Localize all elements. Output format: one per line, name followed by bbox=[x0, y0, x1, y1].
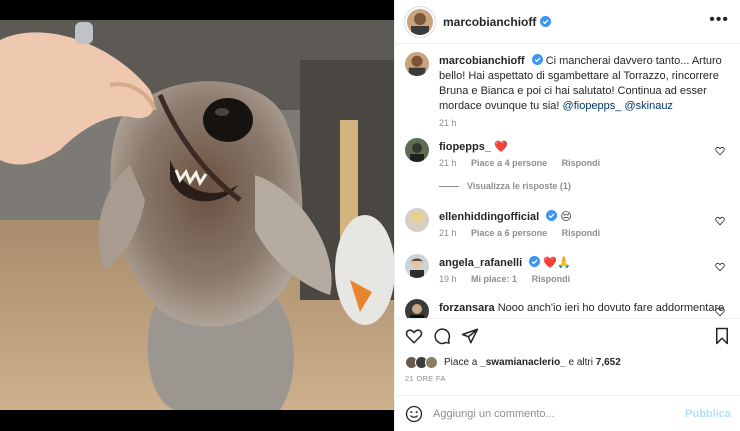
dog-photo-illustration bbox=[0, 0, 394, 431]
commenter-avatar[interactable] bbox=[405, 208, 429, 232]
like-comment-heart-icon[interactable] bbox=[715, 146, 725, 156]
verified-badge-icon bbox=[540, 16, 552, 27]
comment-time: 21 h bbox=[439, 228, 457, 238]
commenter-username[interactable]: ellenhiddingofficial bbox=[439, 211, 539, 223]
comment-meta: 21 h Piace a 4 persone Rispondi bbox=[439, 158, 612, 168]
comments-list[interactable]: marcobianchioff Ci mancherai davvero tan… bbox=[395, 44, 740, 318]
caption-avatar[interactable] bbox=[405, 52, 429, 76]
mention-link[interactable]: @skinauz bbox=[624, 100, 672, 112]
commenter-avatar[interactable] bbox=[405, 254, 429, 278]
comment-body: Nooo anch'io ieri ho dovuto fare addorme… bbox=[497, 302, 725, 314]
comment-bubble-icon[interactable] bbox=[433, 327, 451, 345]
likes-summary[interactable]: Piace a _swamianaclerio_ e altri 7,652 bbox=[405, 354, 621, 370]
post-photo[interactable] bbox=[0, 0, 394, 431]
author-username[interactable]: marcobianchioff bbox=[443, 15, 536, 29]
post-header: marcobianchioff ••• bbox=[395, 0, 740, 44]
save-bookmark-icon[interactable] bbox=[713, 327, 731, 345]
replies-divider bbox=[439, 186, 459, 188]
reply-button[interactable]: Rispondi bbox=[562, 228, 601, 238]
comment-input[interactable] bbox=[433, 407, 686, 420]
comment-text: angela_rafanelli ❤️🙏 bbox=[439, 256, 719, 271]
likes-suffix: e altri bbox=[568, 356, 593, 368]
commenter-username[interactable]: angela_rafanelli bbox=[439, 257, 522, 269]
comment-body: ❤️ bbox=[494, 141, 508, 153]
verified-badge-icon bbox=[529, 256, 541, 267]
reply-button[interactable]: Rispondi bbox=[532, 274, 571, 284]
like-heart-icon[interactable] bbox=[405, 327, 423, 345]
like-comment-heart-icon[interactable] bbox=[715, 262, 725, 272]
mention-link[interactable]: @fiopepps_ bbox=[563, 100, 622, 112]
verified-badge-icon bbox=[546, 210, 558, 221]
comment-likes-link[interactable]: Piace a 6 persone bbox=[471, 228, 547, 238]
more-options-icon[interactable]: ••• bbox=[709, 12, 729, 28]
post-details-panel: marcobianchioff ••• marcobianchioff Ci m… bbox=[394, 0, 740, 431]
comment-time: 21 h bbox=[439, 158, 457, 168]
likes-prefix: Piace a bbox=[444, 356, 478, 368]
like-comment-heart-icon[interactable] bbox=[715, 307, 725, 317]
verified-badge-icon bbox=[531, 54, 543, 65]
comment-time: 19 h bbox=[439, 274, 457, 284]
caption-username[interactable]: marcobianchioff bbox=[439, 55, 525, 67]
view-replies-link[interactable]: Visualizza le risposte (1) bbox=[439, 181, 571, 191]
commenter-username[interactable]: forzansara bbox=[439, 302, 495, 314]
comment-meta: 19 h Mi piace: 1 Rispondi bbox=[439, 274, 582, 284]
publish-button[interactable]: Pubblica bbox=[685, 408, 731, 420]
post-action-bar bbox=[395, 318, 740, 348]
view-replies-label: Visualizza le risposte (1) bbox=[467, 181, 571, 191]
commenter-avatar[interactable] bbox=[405, 299, 429, 318]
caption-text: marcobianchioff Ci mancherai davvero tan… bbox=[439, 54, 739, 114]
caption-meta: 21 h bbox=[439, 118, 469, 128]
author-avatar[interactable] bbox=[407, 8, 433, 35]
comment-likes-link[interactable]: Mi piace: 1 bbox=[471, 274, 517, 284]
comment-text: forzansara Nooo anch'io ieri ho dovuto f… bbox=[439, 301, 729, 316]
comment-text: ellenhiddingofficial 😔 bbox=[439, 210, 719, 225]
liker-avatar bbox=[425, 355, 438, 369]
emoji-icon[interactable] bbox=[405, 405, 423, 423]
share-paper-plane-icon[interactable] bbox=[461, 327, 479, 345]
instagram-post-modal: marcobianchioff ••• marcobianchioff Ci m… bbox=[0, 0, 740, 431]
comment-text: fiopepps_ ❤️ bbox=[439, 140, 719, 155]
post-timestamp: 21 ORE FA bbox=[405, 374, 446, 383]
commenter-username[interactable]: fiopepps_ bbox=[439, 141, 491, 153]
reply-button[interactable]: Rispondi bbox=[562, 158, 601, 168]
comment-body: ❤️🙏 bbox=[543, 257, 571, 269]
likes-count[interactable]: 7,652 bbox=[596, 357, 621, 368]
liker-avatars bbox=[405, 355, 438, 369]
comment-composer: Pubblica bbox=[395, 395, 740, 431]
comment-meta: 21 h Piace a 6 persone Rispondi bbox=[439, 228, 612, 238]
comment-body: 😔 bbox=[560, 211, 572, 223]
comment-likes-link[interactable]: Piace a 4 persone bbox=[471, 158, 547, 168]
liker-username[interactable]: _swamianaclerio_ bbox=[480, 357, 566, 368]
like-comment-heart-icon[interactable] bbox=[715, 216, 725, 226]
commenter-avatar[interactable] bbox=[405, 138, 429, 162]
caption-time: 21 h bbox=[439, 118, 457, 128]
